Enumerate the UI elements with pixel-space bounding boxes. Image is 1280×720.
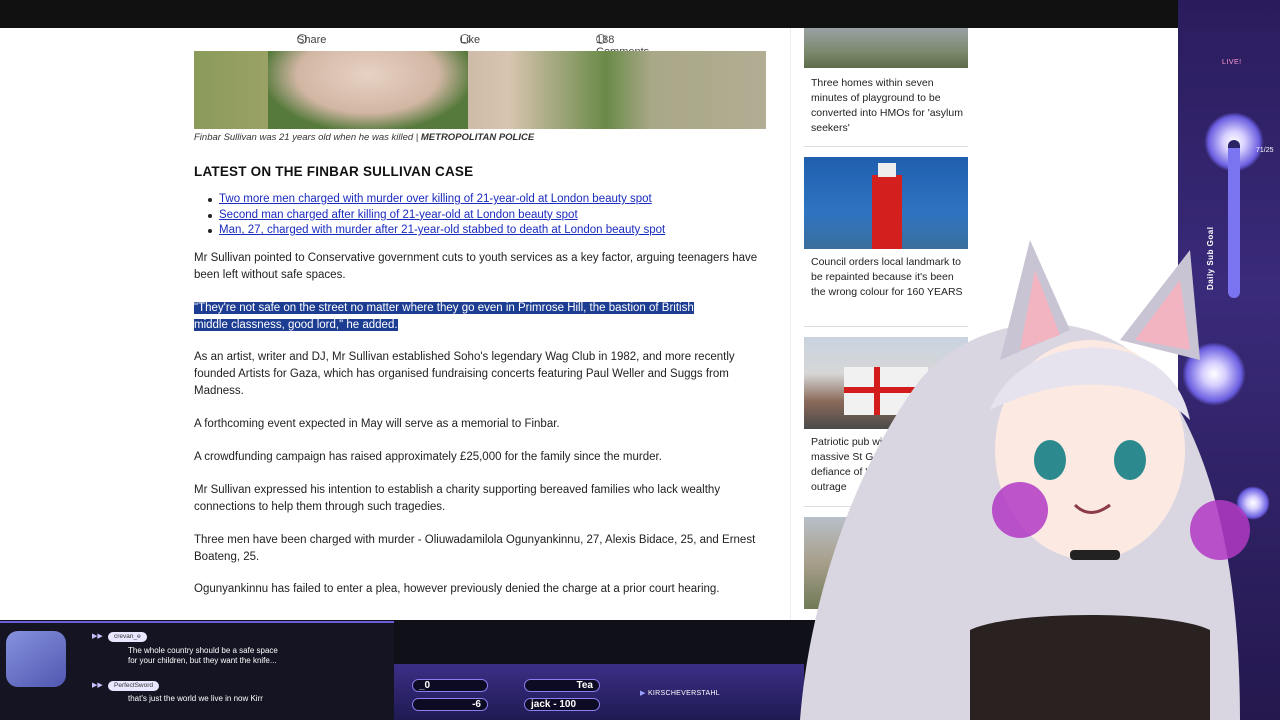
chat-message-line: for your children, but they want the kni…	[128, 656, 277, 665]
quote-line-1: "They're not safe on the street no matte…	[194, 302, 694, 314]
card-title-1[interactable]: Three homes within seven minutes of play…	[811, 76, 971, 136]
chat-message-line: The whole country should be a safe space	[128, 646, 278, 655]
chat-box: ▶▶ crevan_e The whole country should be …	[0, 621, 394, 720]
eye-left	[1034, 440, 1066, 480]
card-image-1[interactable]	[804, 28, 968, 68]
list-item: Two more men charged with murder over ki…	[207, 193, 665, 209]
divider	[804, 146, 968, 147]
ticker-item: Tea	[524, 679, 600, 692]
chevron-right-icon: ▶▶	[92, 633, 103, 640]
chat-message: that's just the world we live in now Kir…	[128, 694, 263, 703]
article-photo	[194, 51, 766, 129]
twitch-icon: ▶	[640, 690, 648, 697]
stream-screen: Share Like 188 Comments Finbar Sullivan …	[0, 0, 1280, 720]
caption-text: Finbar Sullivan was 21 years old when he…	[194, 132, 421, 143]
like-label: Like	[460, 34, 481, 46]
twitch-handle-text: KIRSCHEVERSTAHL	[647, 690, 720, 697]
chevron-right-icon: ▶▶	[92, 682, 103, 689]
eye-right	[1114, 440, 1146, 480]
latest-link-3[interactable]: Man, 27, charged with murder after 21-ye…	[219, 224, 665, 236]
paragraph: Mr Sullivan expressed his intention to e…	[194, 484, 721, 513]
choker	[1070, 550, 1120, 560]
twitch-handle: ▶ KIRSCHEVERSTAHL	[640, 689, 720, 697]
highlighted-quote[interactable]: "They're not safe on the street no matte…	[194, 300, 768, 334]
latest-link-2[interactable]: Second man charged after killing of 21-y…	[219, 209, 578, 221]
paragraph: Mr Sullivan pointed to Conservative gove…	[194, 252, 758, 281]
article-actions: Share Like 188 Comments	[194, 28, 768, 58]
outfit	[970, 615, 1210, 720]
overlay-ticker	[394, 664, 804, 720]
ticker-item: jack - 100	[524, 698, 600, 711]
paragraph: Ogunyankinnu has failed to enter a plea,…	[194, 583, 720, 595]
paragraph: A crowdfunding campaign has raised appro…	[194, 451, 662, 463]
share-label: Share	[297, 34, 327, 46]
latest-heading: LATEST ON THE FINBAR SULLIVAN CASE	[194, 164, 474, 179]
chat-username: PerfectSword	[108, 681, 160, 691]
quote-line-2: middle classness, good lord," he added.	[194, 319, 398, 331]
list-item: Man, 27, charged with murder after 21-ye…	[207, 224, 665, 240]
chat-message: The whole country should be a safe space…	[128, 646, 278, 666]
chat-username: crevan_e	[108, 632, 147, 642]
chat-mascot-icon	[6, 631, 66, 687]
paragraph: A forthcoming event expected in May will…	[194, 418, 560, 430]
flower-right	[1190, 500, 1250, 560]
paragraph: As an artist, writer and DJ, Mr Sullivan…	[194, 351, 735, 397]
latest-links: Two more men charged with murder over ki…	[207, 193, 665, 240]
mouse-cursor-icon	[156, 347, 168, 359]
photo-caption: Finbar Sullivan was 21 years old when he…	[194, 132, 534, 143]
live-label: LIVE!	[1222, 59, 1242, 66]
goal-count: 71/25	[1256, 147, 1274, 154]
lighthouse-lamp	[878, 163, 896, 177]
browser-top-bar	[0, 0, 1280, 28]
vtuber-avatar	[800, 240, 1250, 720]
ticker-item: -6	[412, 698, 488, 711]
photo-subject	[268, 51, 468, 129]
list-item: Second man charged after killing of 21-y…	[207, 209, 665, 225]
flower-left	[992, 482, 1048, 538]
ticker-item: _0	[412, 679, 488, 692]
caption-credit: METROPOLITAN POLICE	[420, 132, 535, 143]
latest-link-1[interactable]: Two more men charged with murder over ki…	[219, 193, 652, 205]
paragraph: Three men have been charged with murder …	[194, 534, 756, 563]
